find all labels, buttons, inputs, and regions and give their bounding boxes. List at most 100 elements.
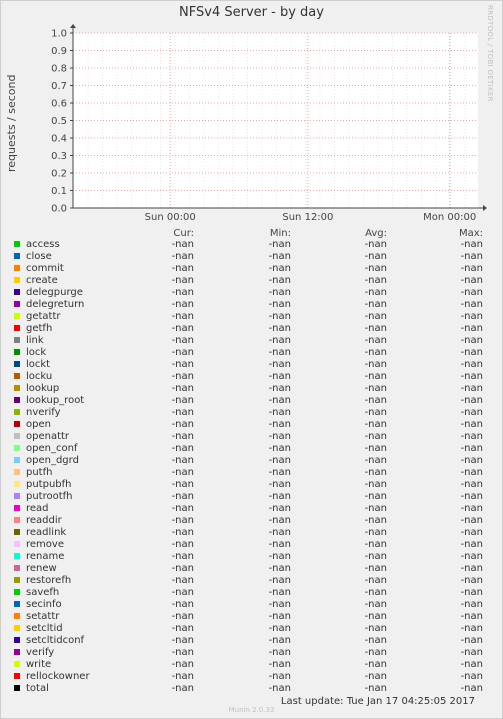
legend-row-locku: locku -nan -nan -nan -nan	[0, 371, 503, 383]
legend-value-min: -nan	[268, 311, 291, 322]
legend-value-avg: -nan	[364, 371, 387, 382]
legend-swatch	[14, 457, 20, 463]
legend-value-avg: -nan	[364, 299, 387, 310]
legend-row-putfh: putfh -nan -nan -nan -nan	[0, 467, 503, 479]
legend-swatch	[14, 625, 20, 631]
legend-value-max: -nan	[460, 587, 483, 598]
legend-series-name: close	[26, 251, 52, 262]
legend-swatch	[14, 409, 20, 415]
legend-swatch	[14, 277, 20, 283]
legend-value-min: -nan	[268, 299, 291, 310]
legend-value-cur: -nan	[171, 395, 194, 406]
legend-value-avg: -nan	[364, 563, 387, 574]
legend-value-min: -nan	[268, 347, 291, 358]
legend-row-putrootfh: putrootfh -nan -nan -nan -nan	[0, 491, 503, 503]
legend-row-read: read -nan -nan -nan -nan	[0, 503, 503, 515]
legend-row-delegreturn: delegreturn -nan -nan -nan -nan	[0, 299, 503, 311]
legend-swatch	[14, 265, 20, 271]
legend-value-min: -nan	[268, 335, 291, 346]
legend-value-min: -nan	[268, 647, 291, 658]
legend-series-name: putfh	[26, 467, 53, 478]
legend-row-rename: rename -nan -nan -nan -nan	[0, 551, 503, 563]
legend-series-name: readdir	[26, 515, 62, 526]
legend-value-avg: -nan	[364, 431, 387, 442]
legend-value-max: -nan	[460, 323, 483, 334]
legend-value-max: -nan	[460, 623, 483, 634]
legend-value-min: -nan	[268, 239, 291, 250]
legend-swatch	[14, 385, 20, 391]
legend-value-min: -nan	[268, 503, 291, 514]
y-tick-label: 0.5	[51, 116, 67, 127]
legend-value-max: -nan	[460, 299, 483, 310]
legend-row-restorefh: restorefh -nan -nan -nan -nan	[0, 575, 503, 587]
legend-value-cur: -nan	[171, 575, 194, 586]
legend-swatch	[14, 541, 20, 547]
y-tick-label: 0.1	[51, 186, 67, 197]
legend-value-min: -nan	[268, 683, 291, 694]
legend-value-cur: -nan	[171, 275, 194, 286]
legend-value-avg: -nan	[364, 287, 387, 298]
legend-value-min: -nan	[268, 635, 291, 646]
legend-series-name: remove	[26, 539, 64, 550]
legend-swatch	[14, 685, 20, 691]
legend-row-access: access -nan -nan -nan -nan	[0, 239, 503, 251]
legend-value-min: -nan	[268, 515, 291, 526]
legend-value-avg: -nan	[364, 347, 387, 358]
legend-value-max: -nan	[460, 419, 483, 430]
legend-value-avg: -nan	[364, 623, 387, 634]
legend-value-avg: -nan	[364, 671, 387, 682]
legend-row-total: total -nan -nan -nan -nan	[0, 683, 503, 695]
legend-value-cur: -nan	[171, 563, 194, 574]
legend-swatch	[14, 613, 20, 619]
legend-value-max: -nan	[460, 659, 483, 670]
x-tick-label: Sun 00:00	[145, 212, 196, 223]
legend-value-cur: -nan	[171, 419, 194, 430]
legend-value-avg: -nan	[364, 647, 387, 658]
legend-value-min: -nan	[268, 671, 291, 682]
legend-value-avg: -nan	[364, 467, 387, 478]
legend-value-min: -nan	[268, 431, 291, 442]
legend-value-cur: -nan	[171, 443, 194, 454]
y-tick-label: 1.0	[51, 29, 67, 40]
legend-swatch	[14, 577, 20, 583]
legend-value-min: -nan	[268, 395, 291, 406]
legend-series-name: lookup_root	[26, 395, 85, 406]
legend-value-max: -nan	[460, 527, 483, 538]
legend-value-max: -nan	[460, 671, 483, 682]
legend-value-min: -nan	[268, 527, 291, 538]
legend-value-avg: -nan	[364, 383, 387, 394]
legend-value-avg: -nan	[364, 515, 387, 526]
legend-value-max: -nan	[460, 263, 483, 274]
legend-value-max: -nan	[460, 575, 483, 586]
legend-swatch	[14, 565, 20, 571]
legend-series-name: secinfo	[26, 599, 62, 610]
legend-swatch	[14, 469, 20, 475]
legend-value-avg: -nan	[364, 239, 387, 250]
legend-row-delegpurge: delegpurge -nan -nan -nan -nan	[0, 287, 503, 299]
legend-value-avg: -nan	[364, 275, 387, 286]
legend-value-avg: -nan	[364, 455, 387, 466]
legend-series-name: openattr	[26, 431, 70, 442]
legend-row-remove: remove -nan -nan -nan -nan	[0, 539, 503, 551]
legend-value-min: -nan	[268, 575, 291, 586]
legend-value-max: -nan	[460, 287, 483, 298]
legend-row-setcltid: setcltid -nan -nan -nan -nan	[0, 623, 503, 635]
legend-value-cur: -nan	[171, 371, 194, 382]
legend-value-max: -nan	[460, 311, 483, 322]
legend-value-avg: -nan	[364, 443, 387, 454]
legend-value-max: -nan	[460, 599, 483, 610]
y-tick-label: 0.4	[51, 134, 67, 145]
legend-value-min: -nan	[268, 287, 291, 298]
legend-series-name: link	[26, 335, 44, 346]
legend-value-avg: -nan	[364, 395, 387, 406]
legend-row-savefh: savefh -nan -nan -nan -nan	[0, 587, 503, 599]
legend-value-cur: -nan	[171, 479, 194, 490]
legend-swatch	[14, 445, 20, 451]
legend-value-cur: -nan	[171, 335, 194, 346]
legend-swatch	[14, 517, 20, 523]
legend-value-min: -nan	[268, 599, 291, 610]
legend-value-avg: -nan	[364, 263, 387, 274]
legend-series-name: rellockowner	[26, 671, 90, 682]
legend-swatch	[14, 661, 20, 667]
legend-value-max: -nan	[460, 239, 483, 250]
